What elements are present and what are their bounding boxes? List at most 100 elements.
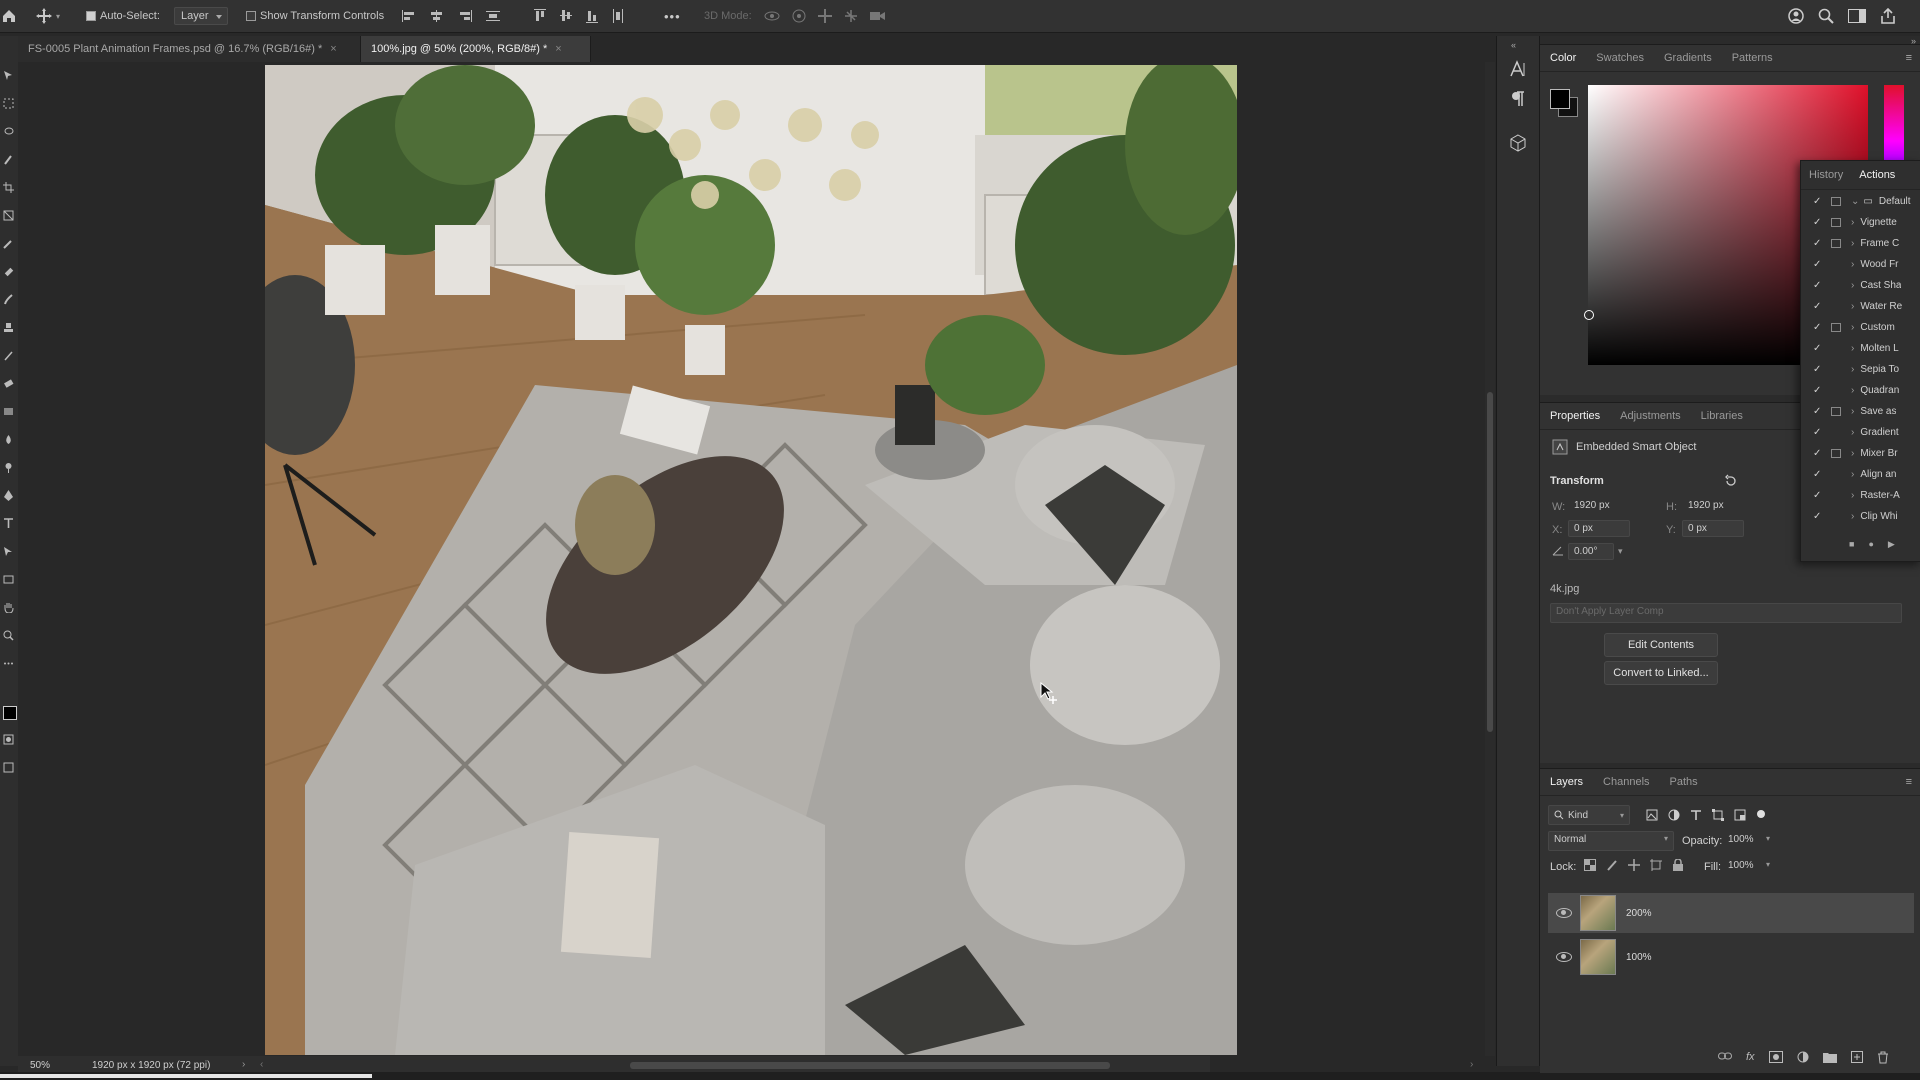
lasso-tool-icon[interactable]	[3, 126, 14, 137]
toggle-check-icon[interactable]: ✓	[1813, 238, 1823, 249]
lock-pixels-icon[interactable]	[1606, 859, 1618, 871]
auto-select-checkbox[interactable]: Auto-Select:	[86, 0, 160, 32]
lock-transparent-icon[interactable]	[1584, 859, 1596, 871]
tab-channels[interactable]: Channels	[1593, 769, 1659, 795]
visibility-eye-icon[interactable]	[1556, 908, 1572, 918]
dialog-toggle-icon[interactable]	[1831, 281, 1841, 290]
opacity-dropdown-icon[interactable]: ▾	[1766, 834, 1770, 843]
chevron-down-icon[interactable]: ⌄	[1851, 196, 1859, 207]
scroll-right-icon[interactable]: ›	[1470, 1059, 1473, 1070]
dialog-toggle-icon[interactable]	[1831, 260, 1841, 269]
edit-contents-button[interactable]: Edit Contents	[1604, 633, 1718, 657]
crop-tool-icon[interactable]	[3, 182, 14, 193]
dialog-toggle-icon[interactable]	[1831, 218, 1841, 227]
toggle-check-icon[interactable]: ✓	[1813, 427, 1823, 438]
dialog-toggle-icon[interactable]	[1831, 470, 1841, 479]
distribute-icon[interactable]	[486, 10, 500, 22]
action-row[interactable]: ✓ › Save as	[1801, 401, 1920, 422]
filter-shape-icon[interactable]	[1712, 809, 1724, 821]
toggle-check-icon[interactable]: ✓	[1813, 259, 1823, 270]
chevron-right-icon[interactable]: ›	[1851, 511, 1854, 522]
record-icon[interactable]: ●	[1868, 539, 1873, 550]
brush-tool-icon[interactable]	[3, 294, 14, 305]
filter-smart-object-icon[interactable]	[1734, 809, 1746, 821]
chevron-right-icon[interactable]: ›	[1851, 217, 1854, 228]
camera-3d-icon[interactable]	[870, 10, 886, 22]
drag-3d-icon[interactable]	[818, 9, 832, 23]
dialog-toggle-icon[interactable]	[1831, 512, 1841, 521]
fill-field[interactable]: 100%	[1722, 857, 1762, 877]
tab-paths[interactable]: Paths	[1660, 769, 1708, 795]
lock-position-icon[interactable]	[1628, 859, 1640, 871]
tab-layers[interactable]: Layers	[1540, 769, 1593, 795]
screen-mode-icon[interactable]	[3, 762, 14, 773]
layer-row-200[interactable]: 200%	[1548, 893, 1914, 933]
convert-to-linked-button[interactable]: Convert to Linked...	[1604, 661, 1718, 685]
toggle-check-icon[interactable]: ✓	[1813, 511, 1823, 522]
move-tool-icon[interactable]: ▾	[36, 0, 66, 32]
paragraph-panel-icon[interactable]	[1509, 90, 1527, 111]
dialog-toggle-icon[interactable]	[1831, 197, 1841, 206]
action-row[interactable]: ✓ ⌄ ▭ Default	[1801, 191, 1920, 212]
dialog-toggle-icon[interactable]	[1831, 449, 1841, 458]
foreground-color-chip[interactable]	[1550, 89, 1570, 109]
tab-gradients[interactable]: Gradients	[1654, 45, 1722, 71]
healing-brush-tool-icon[interactable]	[3, 266, 14, 277]
tab-color[interactable]: Color	[1540, 45, 1586, 71]
reset-transform-icon[interactable]	[1724, 474, 1738, 488]
chevron-right-icon[interactable]: ›	[1851, 385, 1854, 396]
new-group-icon[interactable]	[1822, 1051, 1837, 1063]
search-icon[interactable]	[1818, 8, 1834, 24]
align-right-icon[interactable]	[458, 10, 472, 22]
tab-swatches[interactable]: Swatches	[1586, 45, 1654, 71]
panel-menu-icon[interactable]: ≡	[1906, 776, 1912, 788]
dialog-toggle-icon[interactable]	[1831, 491, 1841, 500]
toggle-check-icon[interactable]: ✓	[1813, 280, 1823, 291]
zoom-tool-icon[interactable]	[3, 630, 14, 641]
dialog-toggle-icon[interactable]	[1831, 365, 1841, 374]
show-transform-controls-checkbox[interactable]: Show Transform Controls	[246, 0, 384, 32]
y-position-field[interactable]: 0 px	[1682, 520, 1744, 537]
fill-dropdown-icon[interactable]: ▾	[1766, 860, 1770, 869]
chevron-right-icon[interactable]: ›	[1851, 301, 1854, 312]
toggle-check-icon[interactable]: ✓	[1813, 196, 1823, 207]
align-middle-icon[interactable]	[560, 9, 572, 23]
dialog-toggle-icon[interactable]	[1831, 386, 1841, 395]
path-selection-tool-icon[interactable]	[3, 546, 14, 557]
action-row[interactable]: ✓ › Molten L	[1801, 338, 1920, 359]
hand-tool-icon[interactable]	[3, 602, 14, 614]
lock-artboard-icon[interactable]	[1650, 859, 1662, 871]
action-row[interactable]: ✓ › Sepia To	[1801, 359, 1920, 380]
toggle-check-icon[interactable]: ✓	[1813, 343, 1823, 354]
layer-row-100[interactable]: 100%	[1548, 937, 1914, 977]
chevron-right-icon[interactable]: ›	[1851, 427, 1854, 438]
action-row[interactable]: ✓ › Frame C	[1801, 233, 1920, 254]
vertical-scrollbar[interactable]	[1485, 62, 1495, 1056]
3d-panel-icon[interactable]	[1509, 134, 1527, 155]
workspace-icon[interactable]	[1848, 9, 1866, 23]
layer-effects-icon[interactable]: fx	[1746, 1051, 1755, 1064]
chevron-right-icon[interactable]: ›	[1851, 280, 1854, 291]
action-row[interactable]: ✓ › Vignette	[1801, 212, 1920, 233]
filter-type-icon[interactable]	[1690, 809, 1702, 821]
opacity-field[interactable]: 100%	[1722, 831, 1762, 851]
action-row[interactable]: ✓ › Align an	[1801, 464, 1920, 485]
align-top-icon[interactable]	[534, 9, 546, 23]
chevron-right-icon[interactable]: ›	[1851, 406, 1854, 417]
toggle-check-icon[interactable]: ✓	[1813, 385, 1823, 396]
tab-history[interactable]: History	[1801, 162, 1851, 188]
dialog-toggle-icon[interactable]	[1831, 407, 1841, 416]
document-info[interactable]: 1920 px x 1920 px (72 ppi)	[92, 1060, 210, 1071]
tab-properties[interactable]: Properties	[1540, 403, 1610, 429]
toggle-check-icon[interactable]: ✓	[1813, 490, 1823, 501]
distribute-vertical-icon[interactable]	[612, 9, 624, 23]
document-image-living-room[interactable]	[265, 65, 1237, 1055]
filter-toggle-icon[interactable]	[1756, 809, 1766, 819]
tab-patterns[interactable]: Patterns	[1722, 45, 1783, 71]
rotation-dropdown-icon[interactable]: ▾	[1618, 546, 1623, 557]
play-icon[interactable]: ▶	[1888, 539, 1895, 550]
tab-plant-animation-psd[interactable]: FS-0005 Plant Animation Frames.psd @ 16.…	[18, 36, 361, 62]
zoom-level[interactable]: 50%	[30, 1060, 50, 1071]
chevron-right-icon[interactable]: ›	[1851, 343, 1854, 354]
marquee-tool-icon[interactable]	[3, 98, 14, 109]
